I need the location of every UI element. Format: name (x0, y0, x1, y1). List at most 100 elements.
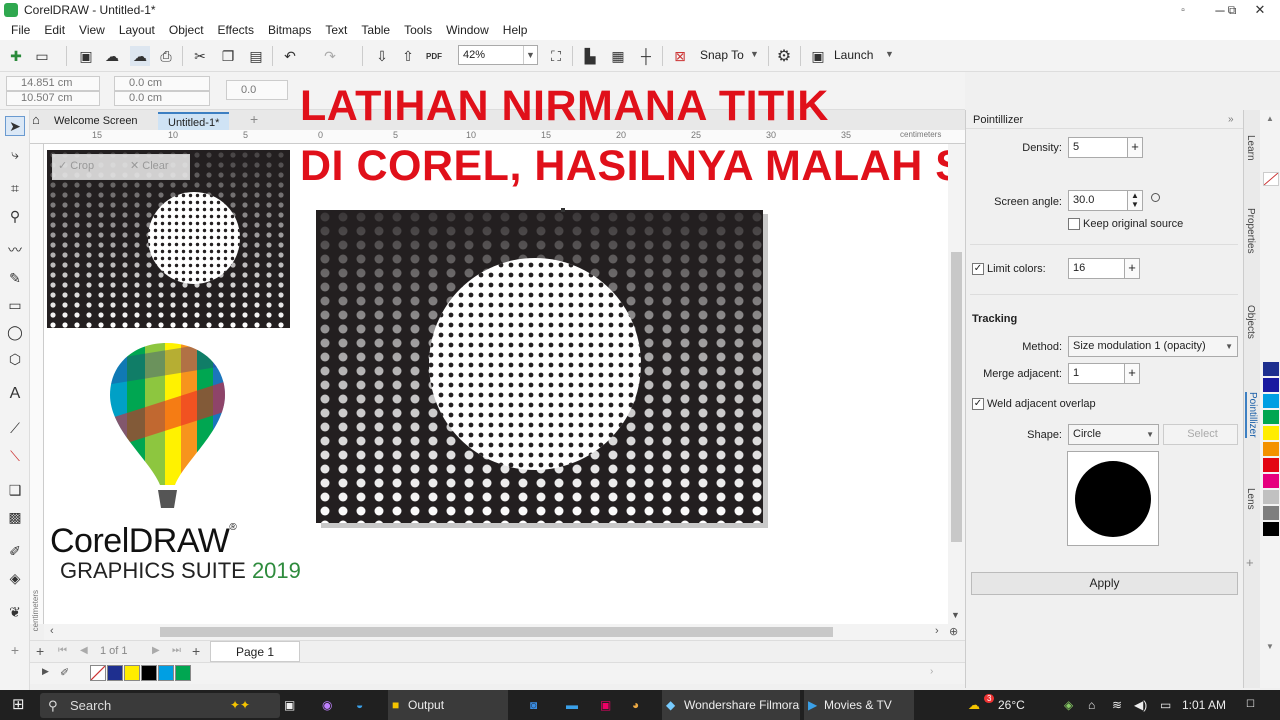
palette-no-color[interactable] (1263, 172, 1279, 186)
artistic-media-icon[interactable]: ✎ (5, 268, 25, 288)
full-screen-icon[interactable]: ⛶ (546, 46, 566, 66)
first-page-icon[interactable]: ⏮ (58, 645, 67, 656)
tray-icon[interactable]: ◈ (1064, 690, 1073, 720)
taskbar-filmora[interactable]: ◆ Wondershare Filmora (662, 690, 800, 720)
show-guidelines-icon[interactable]: ┼ (636, 46, 656, 66)
menu-tools[interactable]: Tools (404, 23, 432, 37)
side-tab-objects[interactable]: Objects (1245, 305, 1256, 339)
menu-text[interactable]: Text (325, 23, 347, 37)
menu-window[interactable]: Window (446, 23, 489, 37)
paste-icon[interactable]: ▤ (246, 46, 266, 66)
tab-untitled-1[interactable]: Untitled-1* (158, 112, 230, 130)
options-gear-icon[interactable]: ⚙ (774, 46, 794, 66)
last-page-icon[interactable]: ⏭ (172, 645, 181, 656)
parallel-dimension-icon[interactable]: ⟋ (5, 418, 25, 438)
copilot-icon[interactable]: ◉ (322, 690, 332, 720)
palette-color-swatch[interactable] (1263, 394, 1279, 408)
add-tool-icon[interactable]: + (5, 640, 25, 660)
palette-scroll-icon[interactable]: › (930, 666, 933, 677)
color-swatch[interactable] (141, 665, 157, 681)
temperature[interactable]: 26°C (998, 690, 1025, 720)
limit-colors-checkbox[interactable]: ✓ (972, 263, 984, 275)
no-fill-swatch[interactable] (90, 665, 106, 681)
zoom-navigator-icon[interactable]: ⊕ (949, 625, 958, 638)
menu-effects[interactable]: Effects (218, 23, 254, 37)
density-field[interactable]: 5 (1068, 137, 1128, 158)
tab-page-1[interactable]: Page 1 (210, 641, 300, 662)
clear-button[interactable]: ✕ Clear (130, 159, 169, 172)
interactive-fill-icon[interactable]: ◈ (5, 568, 25, 588)
export-icon[interactable]: ⇧ (398, 46, 418, 66)
add-page-after-icon[interactable]: + (192, 643, 200, 659)
show-rulers-icon[interactable]: ▙ (580, 46, 600, 66)
merge-adjacent-field[interactable]: 1 (1068, 363, 1128, 384)
eyedropper-icon[interactable]: ✐ (5, 541, 25, 561)
cut-icon[interactable]: ✂ (190, 46, 210, 66)
eyedropper-icon[interactable]: ✐ (60, 666, 69, 679)
print-icon[interactable]: ⎙ (156, 46, 176, 66)
menu-edit[interactable]: Edit (44, 23, 65, 37)
copy-icon[interactable]: ❐ (218, 46, 238, 66)
tab-welcome-screen[interactable]: Welcome Screen (44, 112, 148, 130)
keep-original-checkbox[interactable] (1068, 218, 1080, 230)
add-docker-icon[interactable]: + (1246, 555, 1254, 570)
app-icon[interactable]: ▬ (566, 690, 578, 720)
windows-start-icon[interactable]: ⊞ (12, 690, 25, 720)
previous-page-icon[interactable]: ◀ (80, 645, 88, 656)
rotation-angle-field[interactable]: 0.0 (226, 80, 288, 100)
copilot-sparkle-icon[interactable]: ✦✦ (230, 690, 250, 720)
collapse-docker-icon[interactable]: » (1228, 114, 1234, 125)
pick-tool-icon[interactable]: ➤ (5, 116, 25, 136)
limit-colors-plus-icon[interactable]: + (1124, 258, 1140, 279)
rectangle-tool-icon[interactable]: ▭ (5, 295, 25, 315)
palette-color-swatch[interactable] (1263, 362, 1279, 376)
publish-pdf-icon[interactable]: PDF (424, 46, 444, 66)
palette-color-swatch[interactable] (1263, 474, 1279, 488)
app-icon[interactable]: ▣ (600, 690, 611, 720)
task-view-icon[interactable]: ▣ (284, 690, 295, 720)
close-button[interactable]: ✕ (1240, 0, 1280, 20)
palette-color-swatch[interactable] (1263, 458, 1279, 472)
side-tab-properties[interactable]: Properties (1245, 208, 1256, 254)
text-tool-icon[interactable]: A (5, 384, 25, 404)
wifi-icon[interactable]: ≋ (1112, 690, 1122, 720)
scroll-left-icon[interactable]: ‹ (50, 625, 54, 637)
menu-help[interactable]: Help (503, 23, 528, 37)
restore-button[interactable]: ⧉ (1222, 0, 1242, 20)
freehand-tool-icon[interactable]: 〰 (5, 240, 25, 260)
add-page-before-icon[interactable]: + (36, 643, 44, 659)
scroll-down-icon[interactable]: ▼ (951, 610, 960, 620)
x-position-field[interactable]: 14.851 cm (6, 76, 100, 91)
help-icon[interactable]: ▫ (1163, 0, 1203, 20)
color-swatch[interactable] (107, 665, 123, 681)
merge-adjacent-plus-icon[interactable]: + (1124, 363, 1140, 384)
cloud-upload-icon[interactable]: ☁ (130, 46, 150, 66)
density-plus-icon[interactable]: + (1127, 137, 1143, 158)
menu-view[interactable]: View (79, 23, 105, 37)
screen-angle-field[interactable]: 30.0 (1068, 190, 1128, 211)
color-swatch[interactable] (124, 665, 140, 681)
palette-color-swatch[interactable] (1263, 506, 1279, 520)
show-grid-icon[interactable]: ▦ (608, 46, 628, 66)
smart-fill-icon[interactable]: ❦ (5, 602, 25, 622)
menu-table[interactable]: Table (361, 23, 390, 37)
new-document-icon[interactable]: ✚ (6, 46, 26, 66)
weld-adjacent-checkbox[interactable]: ✓ (972, 398, 984, 410)
outlook-icon[interactable]: ◙ (530, 690, 537, 720)
side-tab-learn[interactable]: Learn (1245, 135, 1256, 161)
horizontal-scroll-thumb[interactable] (160, 627, 833, 637)
save-icon[interactable]: ▣ (76, 46, 96, 66)
launch-dropdown[interactable]: Launch (834, 48, 873, 62)
side-tab-pointillizer[interactable]: Pointillizer (1245, 392, 1258, 438)
selection-handle[interactable] (561, 208, 565, 212)
scroll-right-icon[interactable]: › (935, 625, 939, 637)
method-select[interactable]: Size modulation 1 (opacity) ▼ (1068, 336, 1238, 357)
select-shape-button[interactable]: Select (1163, 424, 1238, 445)
cloud-download-icon[interactable]: ☁ (102, 46, 122, 66)
taskbar-movies-tv[interactable]: ▶ Movies & TV (804, 690, 914, 720)
palette-color-swatch[interactable] (1263, 410, 1279, 424)
crop-tool-icon[interactable]: ⌗ (5, 178, 25, 198)
drop-shadow-icon[interactable]: ❑ (5, 480, 25, 500)
menu-object[interactable]: Object (169, 23, 204, 37)
width-field[interactable]: 0.0 cm (114, 76, 210, 91)
